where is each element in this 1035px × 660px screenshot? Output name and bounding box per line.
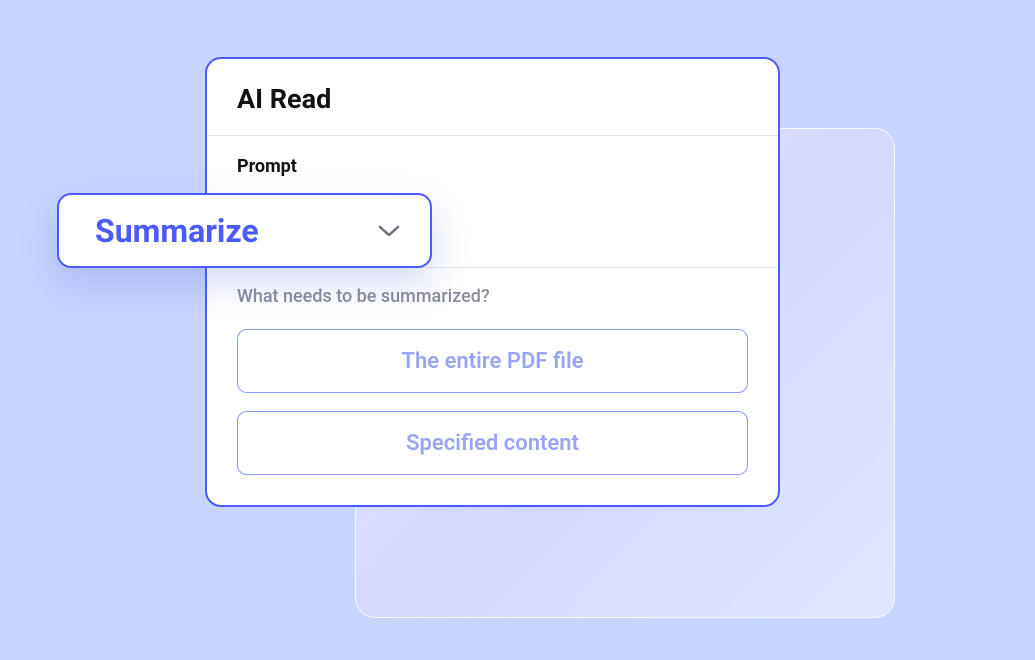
panel-header: AI Read — [207, 59, 778, 136]
ai-read-panel: AI Read Prompt What needs to be summariz… — [205, 57, 780, 507]
question-text: What needs to be summarized? — [237, 286, 748, 307]
option-specified-content[interactable]: Specified content — [237, 411, 748, 475]
chevron-down-icon — [378, 220, 400, 242]
option-label: Specified content — [406, 431, 579, 456]
prompt-label: Prompt — [237, 156, 748, 177]
question-section: What needs to be summarized? The entire … — [207, 268, 778, 505]
option-entire-pdf[interactable]: The entire PDF file — [237, 329, 748, 393]
panel-title: AI Read — [237, 83, 748, 115]
option-label: The entire PDF file — [401, 349, 583, 374]
summarize-dropdown[interactable]: Summarize — [57, 193, 432, 268]
dropdown-selected-label: Summarize — [95, 212, 259, 250]
